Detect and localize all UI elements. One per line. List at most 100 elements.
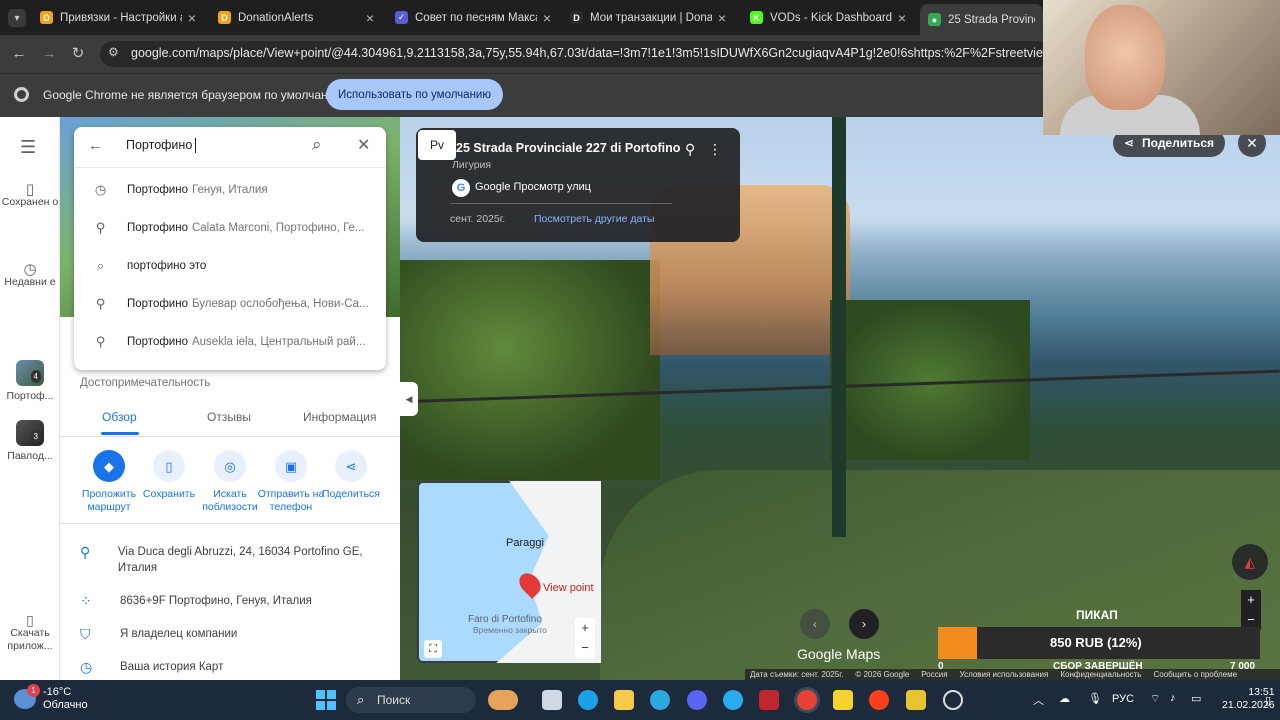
browser-tab[interactable]: K VODs - Kick Dashboard × — [742, 4, 914, 31]
start-icon[interactable] — [316, 690, 336, 710]
place-thumbnail: 3 — [16, 420, 44, 446]
infobar-text: Google Chrome не является браузером по у… — [43, 88, 347, 102]
app-icon[interactable] — [759, 690, 779, 710]
tab-info[interactable]: Информация — [303, 410, 376, 424]
zoom-controls[interactable]: + − — [1241, 590, 1261, 630]
rail-download-app[interactable]: ▯ Скачать прилож... — [0, 613, 60, 653]
rail-recent-place-1[interactable]: 4 Портоф... — [0, 360, 60, 403]
volume-icon[interactable]: ♪ — [1170, 692, 1176, 704]
site-info-icon[interactable]: ⚙ — [108, 45, 119, 59]
browser-tab[interactable]: ● 25 Strada Provinciale — [920, 4, 1043, 35]
forward-icon[interactable]: → — [38, 42, 60, 64]
tab-title: Совет по песням Макса — [415, 11, 537, 24]
google-maps-logo: Google Maps — [797, 646, 881, 662]
suggestion-sub: Булевар ослобођења, Нови-Са... — [191, 298, 369, 310]
search-icon[interactable]: ⌕ — [312, 135, 322, 155]
chevron-up-icon[interactable]: ︿ — [1033, 692, 1044, 708]
back-icon[interactable]: ← — [8, 42, 30, 64]
google-g-icon: G — [452, 179, 470, 197]
tab-title: 25 Strada Provinciale — [948, 13, 1035, 26]
explorer-icon[interactable] — [614, 690, 634, 710]
tab-close-icon[interactable]: × — [543, 10, 551, 26]
chrome-icon[interactable] — [797, 690, 817, 710]
previous-step-button[interactable]: ‹ — [800, 609, 830, 639]
set-default-button[interactable]: Использовать по умолчанию — [326, 79, 503, 110]
share-place-button[interactable]: ⋖ Поделиться — [311, 450, 391, 501]
directions-icon: ◆ — [93, 450, 125, 482]
rail-recent-place-2[interactable]: 3 Павлод... — [0, 420, 60, 463]
see-more-dates-link[interactable]: Посмотреть другие даты — [534, 213, 654, 225]
app-icon[interactable] — [650, 690, 670, 710]
discord-icon[interactable] — [687, 690, 707, 710]
search-suggestion[interactable]: ⚲ Портофино Булевар ослобођења, Нови-Са... — [74, 285, 386, 323]
rail-recent[interactable]: ◷ Недавни е — [0, 262, 60, 289]
yandex-icon[interactable] — [869, 690, 889, 710]
suggestion-main: Портофино — [127, 298, 188, 310]
webcam-person — [1085, 5, 1165, 110]
close-icon[interactable]: ✕ — [357, 135, 370, 155]
task-view-icon[interactable] — [542, 690, 562, 710]
fullscreen-icon[interactable]: ⛶ — [424, 640, 442, 658]
share-icon: ⋖ — [335, 450, 367, 482]
browser-tab[interactable]: ✓ Совет по песням Макса × — [387, 4, 559, 31]
battery-icon[interactable]: ▭ — [1191, 692, 1201, 705]
goal-title: ПИКАП — [1076, 608, 1118, 622]
url-text[interactable]: google.com/maps/place/View+point/@44.304… — [131, 46, 1046, 60]
obs-icon[interactable] — [943, 690, 963, 710]
suggestion-sub: Calata Marconi, Портофино, Ге... — [191, 222, 365, 234]
pluscode-row[interactable]: ⁘ 8636+9F Портофино, Генуя, Италия — [80, 593, 390, 609]
reload-icon[interactable]: ↻ — [67, 42, 89, 64]
pin-icon[interactable]: ⚲ — [685, 141, 695, 158]
tab-favicon-icon: ● — [928, 13, 941, 26]
next-step-button[interactable]: › — [849, 609, 879, 639]
map-label-faro: Faro di Portofino — [468, 614, 542, 625]
maps-history-row[interactable]: ◷ Ваша история Карт — [80, 659, 390, 675]
microphone-icon[interactable]: 🎙 — [1088, 692, 1102, 705]
search-suggestion[interactable]: ⚲ Портофино Auseklа iela, Центральный рай.… — [74, 323, 386, 361]
cloud-icon[interactable]: ☁ — [1059, 692, 1070, 705]
menu-icon[interactable]: ☰ — [20, 137, 36, 158]
edge-icon[interactable] — [578, 690, 598, 710]
notifications-icon[interactable]: ▯ — [1265, 694, 1271, 707]
footer-link[interactable]: Сообщить о проблеме — [1153, 670, 1237, 679]
search-suggestion[interactable]: ⚲ Портофино Calata Marconi, Портофино, Ге.… — [74, 209, 386, 247]
tab-reviews[interactable]: Отзывы — [207, 410, 251, 424]
collapse-panel-button[interactable]: ◀ — [400, 382, 418, 416]
wifi-icon[interactable]: ⌔ — [1150, 692, 1160, 706]
tab-overview[interactable]: Обзор — [102, 410, 137, 424]
pluscode-text: 8636+9F Портофино, Генуя, Италия — [120, 595, 312, 607]
rail-saved[interactable]: ▯ Сохранен о — [0, 182, 60, 209]
mini-map-zoom[interactable]: + − — [575, 618, 595, 658]
tab-search-button[interactable]: ▾ — [8, 9, 26, 27]
weather-widget[interactable]: -16°C Облачно — [43, 686, 88, 712]
more-vert-icon[interactable]: ⋮ — [708, 141, 722, 158]
compass-icon[interactable]: ◭ — [1232, 544, 1268, 580]
app-icon[interactable] — [906, 690, 926, 710]
tab-close-icon[interactable]: × — [718, 10, 726, 26]
language-indicator[interactable]: РУС — [1112, 693, 1134, 705]
taskbar-search[interactable]: Поиск — [346, 687, 476, 713]
search-input[interactable]: Портофино — [126, 138, 192, 152]
street-view-region: Лигурия — [452, 159, 492, 171]
goal-status: СБОР ЗАВЕРШЁН — [1053, 661, 1143, 672]
browser-tab[interactable]: D Привязки - Настройки ак × — [32, 4, 204, 31]
back-arrow-icon[interactable]: ← — [88, 137, 103, 154]
street-view-source: Google Просмотр улиц — [475, 181, 591, 193]
street-view-footer: Дата съемки: сент. 2025г. © 2026 Google Ро… — [745, 669, 1280, 680]
browser-tab[interactable]: D Мои транзакции | Donate × — [562, 4, 734, 31]
tab-close-icon[interactable]: × — [366, 10, 374, 26]
tab-close-icon[interactable]: × — [188, 10, 196, 26]
search-suggestion[interactable]: ⌕ портофино это — [74, 247, 386, 285]
rail-recent-place-2-label: Павлод... — [7, 450, 53, 462]
address-row[interactable]: ⚲ Via Duca degli Abruzzi, 24, 16034 Porto… — [80, 544, 390, 576]
pano-thumbnail-button[interactable]: Pv — [418, 130, 456, 160]
claim-business-row[interactable]: ⛉ Я владелец компании — [80, 626, 390, 642]
map-label-viewpoint[interactable]: View point — [543, 582, 594, 594]
browser-tab[interactable]: D DonationAlerts × — [210, 4, 382, 31]
telegram-icon[interactable] — [723, 690, 743, 710]
search-suggestion[interactable]: ◷ Портофино Генуя, Италия — [74, 171, 386, 209]
app-icon[interactable] — [833, 690, 853, 710]
footer-link[interactable]: Условия использования — [960, 670, 1049, 679]
tab-close-icon[interactable]: × — [898, 10, 906, 26]
search-highlight-icon[interactable] — [488, 690, 518, 710]
